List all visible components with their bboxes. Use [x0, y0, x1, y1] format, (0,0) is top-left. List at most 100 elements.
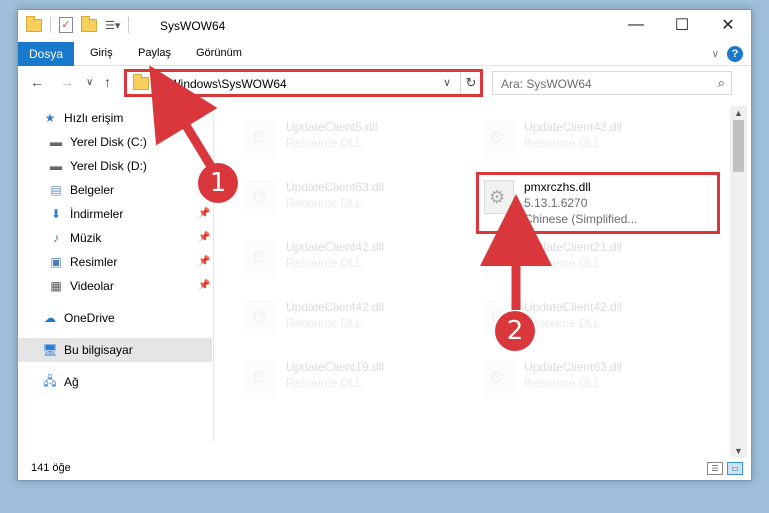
item-count: 141 öğe [31, 462, 71, 474]
close-icon[interactable]: ✕ [705, 10, 751, 40]
sidebar-item-disk-d[interactable]: ▬ Yerel Disk (D:) [48, 154, 147, 178]
file-item[interactable]: UpdateClient19.dll Resource DLL [240, 354, 460, 400]
forward-icon[interactable]: → [60, 74, 74, 90]
minimize-icon[interactable]: — [613, 10, 659, 40]
file-type: Resource DLL [286, 256, 363, 270]
file-name: UpdateClient42.dll [286, 300, 385, 314]
properties-icon[interactable]: ✓ [59, 17, 73, 33]
dll-file-icon [246, 300, 276, 334]
sidebar-item-documents[interactable]: ▤ Belgeler [48, 178, 114, 202]
pin-icon[interactable]: 📌 [198, 232, 210, 243]
dll-file-icon [246, 240, 276, 274]
pin-icon[interactable]: 📌 [198, 208, 210, 219]
target-file-highlight-box [476, 172, 720, 234]
divider [50, 17, 51, 33]
search-input[interactable]: Ara: SysWOW64 ⌕ [492, 71, 732, 95]
file-name: UpdateClient42.dll [524, 300, 623, 314]
file-type: Resource DLL [524, 256, 601, 270]
file-name: UpdateClient42.dll [286, 240, 385, 254]
customize-toolbar-icon[interactable]: ☰▾ [105, 19, 120, 32]
file-item[interactable]: UpdateClient21.dll Resource DLL [478, 234, 698, 280]
dll-file-icon [484, 120, 514, 154]
sidebar-item-videos[interactable]: ▦ Videolar [48, 274, 114, 298]
file-list: UpdateClient5.dll Resource DLL UpdateCli… [218, 106, 728, 442]
tab-home[interactable]: Giriş [90, 47, 113, 59]
file-name: UpdateClient21.dll [524, 240, 623, 254]
sidebar-item-onedrive[interactable]: ☁ OneDrive [42, 306, 115, 330]
file-item[interactable]: UpdateClient42.dll Resource DLL [240, 234, 460, 280]
sidebar-item-downloads[interactable]: ⬇ İndirmeler [48, 202, 123, 226]
sidebar-item-label: OneDrive [64, 311, 115, 325]
dll-file-icon [484, 360, 514, 394]
dll-file-icon [484, 240, 514, 274]
scroll-up-icon[interactable]: ▲ [734, 108, 743, 118]
pin-icon[interactable]: 📌 [198, 256, 210, 267]
computer-icon: 🖥 [42, 343, 58, 357]
sidebar-item-label: Belgeler [70, 183, 115, 197]
explorer-window: ✓ ☰▾ SysWOW64 — ☐ ✕ Dosya Giriş Paylaş G… [17, 9, 752, 481]
file-name: UpdateClient5.dll [286, 120, 378, 134]
sidebar-item-label: Müzik [70, 231, 102, 245]
file-type: Resource DLL [286, 136, 363, 150]
documents-icon: ▤ [50, 183, 62, 197]
back-icon[interactable]: ← [30, 74, 44, 90]
file-type: Resource DLL [286, 196, 363, 210]
folder-icon [26, 15, 42, 32]
scroll-thumb[interactable] [733, 120, 744, 172]
star-icon: ★ [44, 111, 56, 125]
file-type: Resource DLL [524, 376, 601, 390]
scroll-down-icon[interactable]: ▼ [734, 446, 743, 456]
drive-icon: ▬ [50, 159, 62, 173]
expand-ribbon-icon[interactable]: ∨ [712, 49, 719, 60]
search-icon[interactable]: ⌕ [718, 75, 725, 91]
file-item[interactable]: UpdateClient42.dll Resource DLL [240, 294, 460, 340]
dll-file-icon [246, 120, 276, 154]
maximize-icon[interactable]: ☐ [659, 10, 705, 40]
file-name: UpdateClient42.dll [524, 120, 623, 134]
tab-view[interactable]: Görünüm [196, 47, 242, 59]
sidebar-item-label: Videolar [70, 279, 114, 293]
sidebar-item-label: Ağ [64, 375, 79, 389]
sidebar-item-pictures[interactable]: ▣ Resimler [48, 250, 117, 274]
new-folder-icon[interactable] [81, 15, 97, 32]
sidebar-item-this-pc[interactable]: 🖥 Bu bilgisayar [18, 338, 212, 362]
sidebar-item-quick-access[interactable]: ★ Hızlı erişim [42, 106, 124, 130]
file-item[interactable]: UpdateClient5.dll Resource DLL [240, 114, 460, 160]
callout-step-2: 2 [495, 311, 535, 351]
tab-share[interactable]: Paylaş [138, 47, 171, 59]
tab-file[interactable]: Dosya [18, 42, 74, 66]
file-type: Resource DLL [286, 316, 363, 330]
window-title: SysWOW64 [160, 19, 226, 33]
sidebar-item-disk-c[interactable]: ▬ Yerel Disk (C:) [48, 130, 147, 154]
sidebar-item-label: İndirmeler [70, 207, 124, 221]
title-bar: ✓ ☰▾ SysWOW64 — ☐ ✕ [18, 10, 751, 42]
file-item[interactable]: UpdateClient63.dll Resource DLL [240, 174, 460, 220]
sidebar-item-network[interactable]: 🖧 Ağ [42, 370, 79, 394]
download-icon: ⬇ [50, 207, 62, 221]
up-icon[interactable]: ↑ [104, 74, 111, 90]
search-placeholder: Ara: SysWOW64 [501, 77, 592, 91]
dll-file-icon [246, 360, 276, 394]
sidebar-item-label: Yerel Disk (D:) [70, 159, 147, 173]
pin-icon[interactable]: 📌 [198, 280, 210, 291]
vertical-scrollbar[interactable]: ▲ ▼ [730, 106, 747, 458]
sidebar-item-label: Yerel Disk (C:) [70, 135, 147, 149]
file-item[interactable]: UpdateClient63.dll Resource DLL [478, 354, 698, 400]
file-name: UpdateClient19.dll [286, 360, 385, 374]
tiles-view-icon[interactable]: ▭ [727, 462, 743, 475]
status-bar: 141 öğe ☰ ▭ [18, 458, 751, 480]
address-highlight-box [124, 69, 483, 97]
help-icon[interactable]: ? [727, 46, 743, 62]
details-view-icon[interactable]: ☰ [707, 462, 723, 475]
cloud-icon: ☁ [44, 311, 56, 325]
sidebar-item-label: Resimler [70, 255, 118, 269]
file-item[interactable]: UpdateClient42.dll Resource DLL [478, 114, 698, 160]
recent-locations-icon[interactable]: ∨ [86, 77, 93, 88]
file-name: UpdateClient63.dll [286, 180, 385, 194]
pictures-icon: ▣ [50, 255, 62, 269]
dll-file-icon [246, 180, 276, 214]
sidebar-item-music[interactable]: ♪ Müzik [48, 226, 101, 250]
ribbon: Dosya Giriş Paylaş Görünüm ∨ ? [18, 42, 751, 66]
music-icon: ♪ [53, 231, 59, 245]
network-icon: 🖧 [43, 373, 57, 388]
